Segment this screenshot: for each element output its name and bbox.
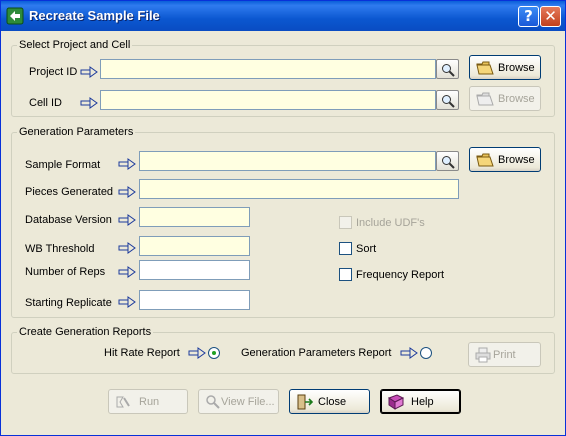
hit-rate-report-radio[interactable] (208, 347, 220, 359)
starting-replicate-label: Starting Replicate (25, 297, 112, 309)
generation-parameters-report-label: Generation Parameters Report (241, 347, 392, 359)
cell-id-field[interactable] (100, 90, 436, 110)
print-button[interactable]: Print (468, 342, 541, 367)
sort-label: Sort (356, 243, 377, 255)
project-id-field[interactable] (100, 59, 436, 79)
frequency-report-label: Frequency Report (356, 269, 445, 281)
wb-threshold-input[interactable] (140, 237, 249, 255)
window-title: Recreate Sample File (29, 8, 160, 23)
cell-id-search-button[interactable] (436, 90, 459, 110)
printer-icon (475, 347, 491, 363)
open-folder-icon (476, 153, 494, 167)
project-id-label: Project ID (29, 66, 78, 78)
exit-door-icon (297, 394, 314, 410)
wb-threshold-field[interactable] (139, 236, 250, 256)
number-of-reps-input[interactable] (140, 261, 249, 279)
wb-threshold-label: WB Threshold (25, 243, 95, 255)
database-version-input[interactable] (140, 208, 249, 226)
view-file-button[interactable]: View File... (198, 389, 279, 414)
generation-parameters-legend: Generation Parameters (19, 126, 134, 138)
include-udfs-checkbox[interactable] (339, 216, 352, 229)
arrow-icon (188, 347, 206, 359)
close-button[interactable]: Close (289, 389, 370, 414)
magnifier-icon (206, 395, 220, 409)
arrow-icon (80, 97, 98, 109)
run-button[interactable]: Run (108, 389, 188, 414)
cell-browse-button[interactable]: Browse (469, 86, 541, 111)
database-version-label: Database Version (25, 214, 112, 226)
app-icon (6, 7, 24, 25)
view-file-label: View File... (221, 396, 275, 408)
generation-parameters-report-radio[interactable] (420, 347, 432, 359)
help-title-button[interactable]: ? (518, 6, 539, 27)
starting-replicate-input[interactable] (140, 291, 249, 309)
starting-replicate-field[interactable] (139, 290, 250, 310)
project-cell-legend: Select Project and Cell (19, 39, 131, 51)
close-title-button[interactable]: ✕ (540, 6, 561, 27)
sample-format-browse-button[interactable]: Browse (469, 147, 541, 172)
title-bar[interactable]: Recreate Sample File ? ✕ (1, 1, 565, 31)
arrow-icon (80, 66, 98, 78)
help-button[interactable]: Help (380, 389, 461, 414)
sample-format-label: Sample Format (25, 159, 101, 171)
frequency-report-checkbox[interactable] (339, 268, 352, 281)
cell-id-input[interactable] (101, 91, 435, 109)
magnifier-icon (442, 64, 455, 77)
sample-format-field[interactable] (139, 151, 436, 171)
sample-format-input[interactable] (140, 152, 435, 170)
run-icon (116, 396, 130, 408)
arrow-icon (400, 347, 418, 359)
sample-format-search-button[interactable] (436, 151, 459, 171)
project-id-search-button[interactable] (436, 59, 459, 79)
arrow-icon (118, 266, 136, 278)
cell-id-label: Cell ID (29, 97, 63, 109)
database-version-field[interactable] (139, 207, 250, 227)
arrow-icon (118, 158, 136, 170)
pieces-generated-input[interactable] (140, 180, 458, 198)
generation-reports-legend: Create Generation Reports (19, 326, 152, 338)
include-udfs-label: Include UDF's (356, 217, 425, 229)
sample-format-browse-label: Browse (498, 154, 535, 166)
dialog-window: Recreate Sample File ? ✕ Select Project … (0, 0, 566, 436)
open-folder-icon (476, 61, 494, 75)
arrow-icon (118, 186, 136, 198)
project-browse-label: Browse (498, 62, 535, 74)
project-id-input[interactable] (101, 60, 435, 78)
arrow-icon (118, 214, 136, 226)
pieces-generated-field[interactable] (139, 179, 459, 199)
magnifier-icon (442, 95, 455, 108)
close-label: Close (318, 396, 347, 408)
number-of-reps-field[interactable] (139, 260, 250, 280)
project-browse-button[interactable]: Browse (469, 55, 541, 80)
open-folder-icon (476, 92, 494, 106)
help-book-icon (387, 394, 405, 410)
arrow-icon (118, 242, 136, 254)
arrow-icon (118, 296, 136, 308)
help-label: Help (411, 396, 434, 408)
run-label: Run (139, 396, 160, 408)
print-label: Print (493, 349, 516, 361)
sort-checkbox[interactable] (339, 242, 352, 255)
number-of-reps-label: Number of Reps (25, 266, 106, 278)
pieces-generated-label: Pieces Generated (25, 186, 114, 198)
hit-rate-report-label: Hit Rate Report (104, 347, 180, 359)
magnifier-icon (442, 156, 455, 169)
cell-browse-label: Browse (498, 93, 535, 105)
